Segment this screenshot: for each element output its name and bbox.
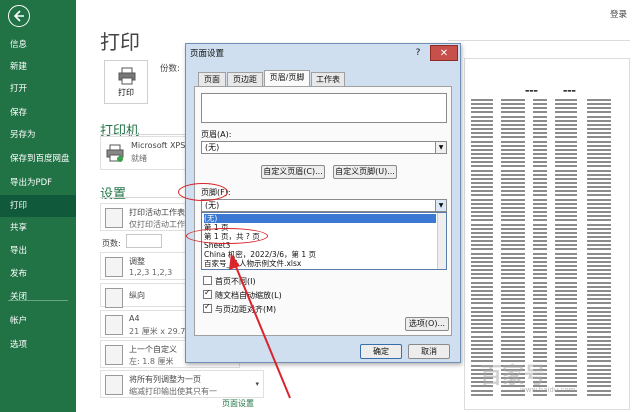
annotation-arrow — [229, 253, 291, 399]
watermark-subtext: www.baidu.com — [520, 386, 576, 394]
